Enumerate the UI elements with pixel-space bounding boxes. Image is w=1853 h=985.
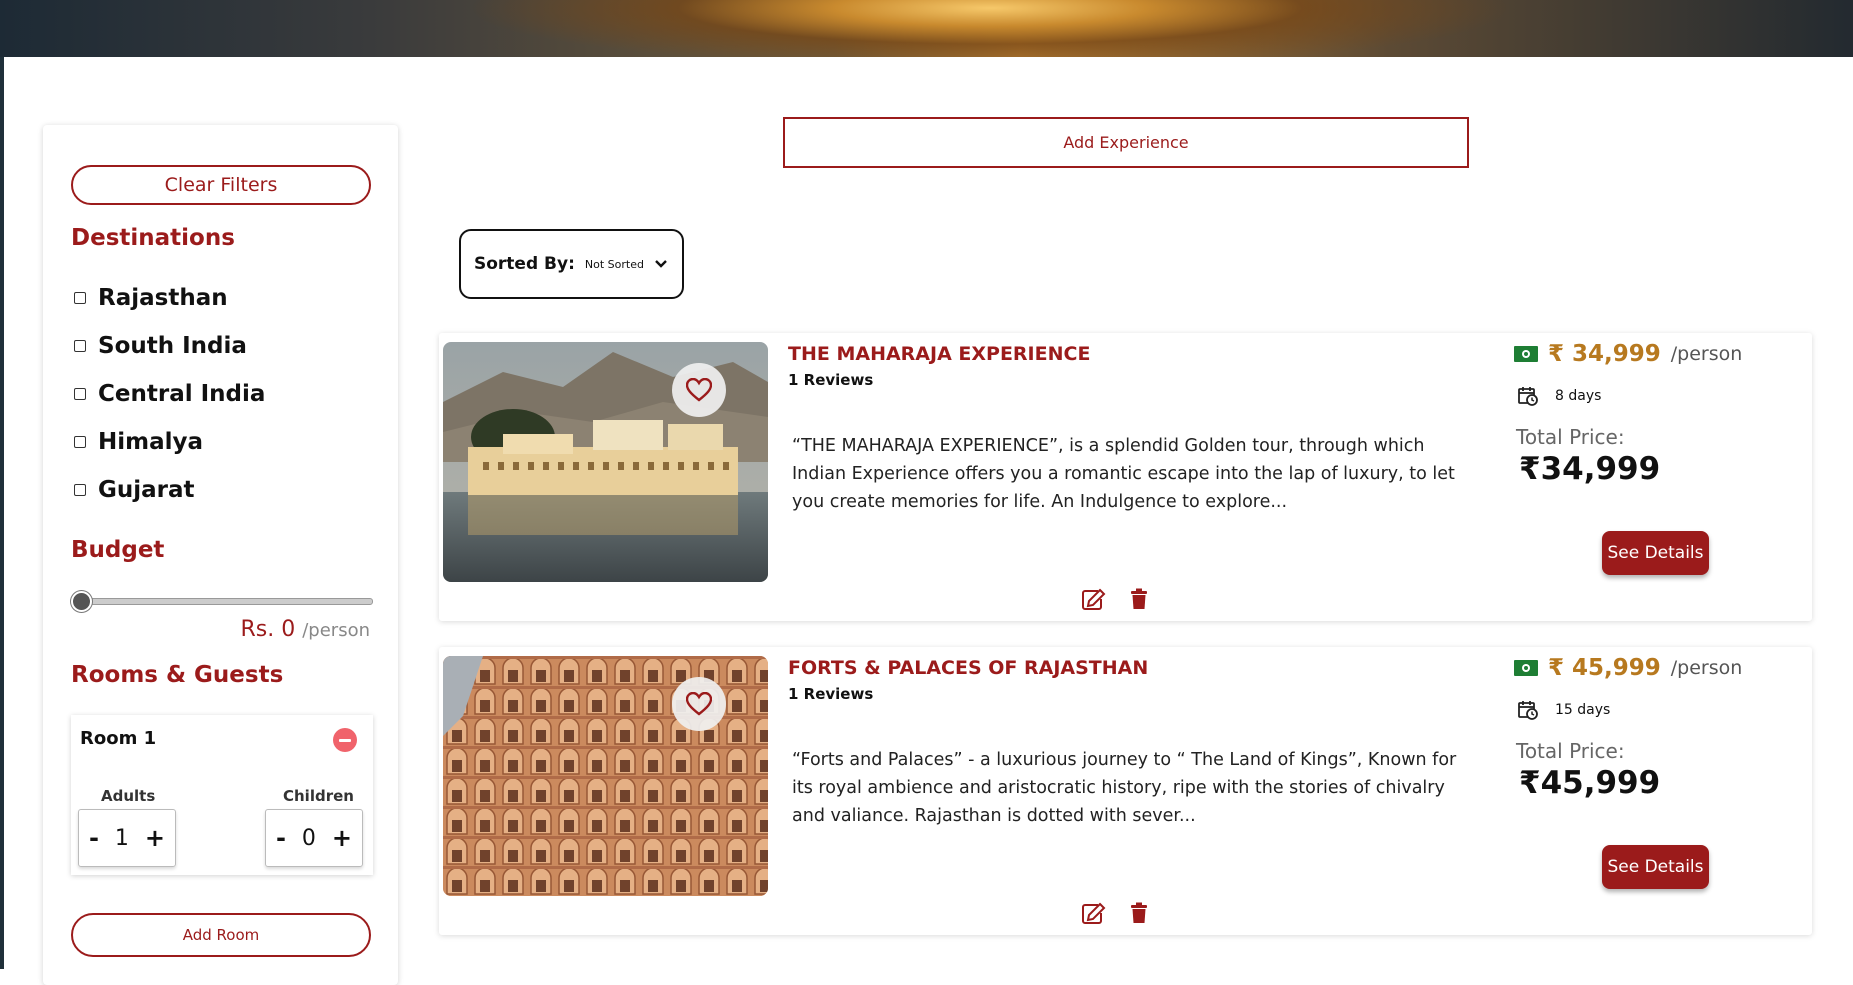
filter-sidebar: Clear Filters Destinations Rajasthan Sou… (43, 125, 398, 985)
children-decrement-button[interactable]: - (276, 824, 286, 852)
price-per-person: ₹ 45,999 /person (1514, 655, 1742, 681)
children-increment-button[interactable]: + (332, 824, 352, 852)
money-icon (1514, 660, 1538, 676)
hero-banner-image (0, 0, 1853, 57)
destination-option-central-india[interactable]: Central India (74, 381, 265, 407)
delete-trash-icon[interactable] (1130, 588, 1148, 614)
edit-icon[interactable] (1080, 588, 1106, 616)
destination-label: Himalya (98, 429, 204, 455)
total-price-amount: ₹45,999 (1519, 765, 1661, 801)
children-value[interactable]: 0 (302, 826, 316, 851)
experience-description: “Forts and Palaces” - a luxurious journe… (792, 750, 1457, 826)
children-label: Children (283, 787, 354, 805)
see-details-button[interactable]: See Details (1602, 845, 1709, 889)
budget-unit: /person (302, 620, 370, 641)
see-details-button[interactable]: See Details (1602, 531, 1709, 575)
adults-decrement-button[interactable]: - (89, 824, 99, 852)
experience-title[interactable]: THE MAHARAJA EXPERIENCE (788, 343, 1090, 365)
favorite-heart-icon[interactable] (672, 677, 726, 731)
duration-days: 8 days (1555, 388, 1602, 404)
destination-option-rajasthan[interactable]: Rajasthan (74, 285, 228, 311)
total-price-label: Total Price: (1516, 739, 1625, 763)
experience-description: “THE MAHARAJA EXPERIENCE”, is a splendid… (792, 436, 1455, 512)
price-unit: /person (1670, 343, 1743, 365)
rooms-guests-title: Rooms & Guests (71, 662, 284, 688)
room-card: Room 1 Adults Children - 1 + - 0 + (71, 715, 373, 875)
experience-card: FORTS & PALACES OF RAJASTHAN 1 Reviews “… (439, 647, 1812, 935)
add-room-button[interactable]: Add Room (71, 913, 371, 957)
budget-value: Rs. 0 /person (241, 617, 371, 642)
destinations-title: Destinations (71, 225, 235, 251)
reviews-count: 1 Reviews (788, 685, 874, 703)
duration-days: 15 days (1555, 702, 1611, 718)
money-icon (1514, 346, 1538, 362)
duration: 15 days (1517, 699, 1610, 721)
chevron-down-icon (655, 260, 667, 268)
clear-filters-button[interactable]: Clear Filters (71, 165, 371, 205)
edit-icon[interactable] (1080, 902, 1106, 930)
calendar-clock-icon (1518, 387, 1538, 406)
budget-title: Budget (71, 537, 165, 563)
room-label: Room 1 (80, 728, 157, 749)
destination-label: Central India (98, 381, 266, 407)
total-price-label: Total Price: (1516, 425, 1625, 449)
checkbox[interactable] (74, 388, 86, 400)
delete-trash-icon[interactable] (1130, 902, 1148, 928)
reviews-count: 1 Reviews (788, 371, 874, 389)
destination-option-south-india[interactable]: South India (74, 333, 247, 359)
hawa-mahal-image (443, 656, 768, 896)
window-edge (0, 57, 4, 969)
checkbox[interactable] (74, 292, 86, 304)
add-experience-button[interactable]: Add Experience (783, 117, 1469, 168)
remove-room-icon[interactable] (333, 728, 357, 752)
price-unit: /person (1670, 657, 1743, 679)
destination-label: Rajasthan (98, 285, 228, 311)
destination-option-gujarat[interactable]: Gujarat (74, 477, 195, 503)
price-per-person: ₹ 34,999 /person (1514, 341, 1742, 367)
adults-increment-button[interactable]: + (145, 824, 165, 852)
children-stepper: - 0 + (265, 809, 363, 867)
lake-palace-image (443, 342, 768, 582)
price-amount: ₹ 45,999 (1548, 655, 1661, 681)
adults-label: Adults (101, 787, 156, 805)
checkbox[interactable] (74, 340, 86, 352)
sort-value: Not Sorted (584, 257, 644, 271)
experience-title[interactable]: FORTS & PALACES OF RAJASTHAN (788, 657, 1148, 679)
budget-slider-handle[interactable] (71, 591, 92, 612)
favorite-heart-icon[interactable] (672, 363, 726, 417)
duration: 8 days (1517, 385, 1601, 407)
checkbox[interactable] (74, 436, 86, 448)
total-price-amount: ₹34,999 (1519, 451, 1661, 487)
budget-amount: Rs. 0 (240, 617, 296, 642)
checkbox[interactable] (74, 484, 86, 496)
adults-stepper: - 1 + (78, 809, 176, 867)
sort-label: Sorted By: (474, 254, 575, 274)
sort-dropdown[interactable]: Sorted By: Not Sorted (459, 229, 684, 299)
price-amount: ₹ 34,999 (1548, 341, 1661, 367)
destination-label: Gujarat (98, 477, 195, 503)
calendar-clock-icon (1518, 701, 1538, 720)
budget-slider-track[interactable] (73, 598, 373, 605)
experience-card: THE MAHARAJA EXPERIENCE 1 Reviews “THE M… (439, 333, 1812, 621)
adults-value[interactable]: 1 (115, 826, 129, 851)
destination-label: South India (98, 333, 247, 359)
destination-option-himalya[interactable]: Himalya (74, 429, 203, 455)
